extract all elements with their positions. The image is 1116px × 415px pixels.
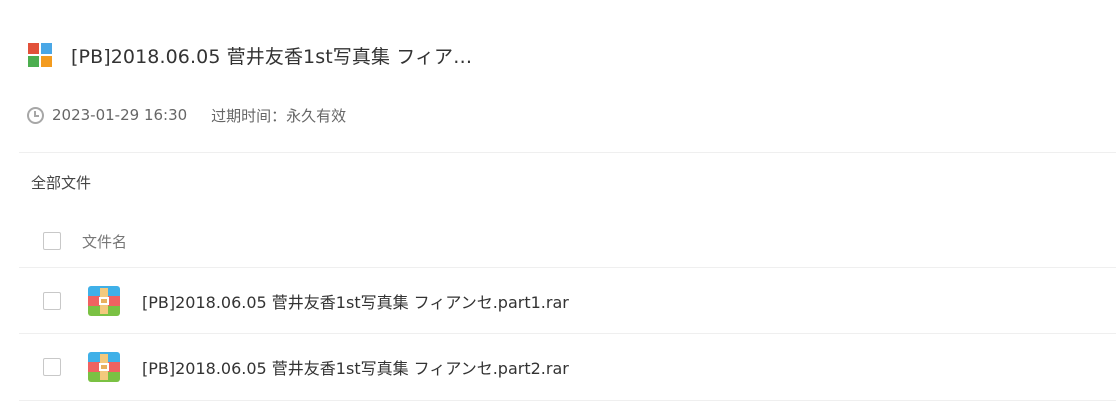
rar-archive-icon (88, 352, 120, 382)
divider (19, 152, 1116, 153)
table-row[interactable]: [PB]2018.06.05 菅井友香1st写真集 フィアンセ.part2.ra… (43, 351, 569, 383)
file-name[interactable]: [PB]2018.06.05 菅井友香1st写真集 フィアンセ.part1.ra… (142, 289, 569, 313)
column-header-filename[interactable]: 文件名 (82, 231, 127, 252)
table-header: 文件名 (43, 230, 127, 252)
share-header: [PB]2018.06.05 菅井友香1st写真集 フィア… (28, 40, 472, 70)
share-grid-icon (28, 43, 52, 67)
clock-icon (27, 106, 44, 124)
divider (19, 267, 1116, 268)
share-title: [PB]2018.06.05 菅井友香1st写真集 フィア… (71, 45, 473, 68)
file-name[interactable]: [PB]2018.06.05 菅井友香1st写真集 フィアンセ.part2.ra… (142, 355, 569, 379)
row-checkbox[interactable] (43, 358, 61, 376)
expire-text: 过期时间：永久有效 (211, 106, 347, 125)
share-page: [PB]2018.06.05 菅井友香1st写真集 フィア… 2023-01-2… (0, 0, 1116, 415)
breadcrumb-all-files[interactable]: 全部文件 (31, 172, 91, 193)
divider (19, 400, 1116, 401)
row-checkbox[interactable] (43, 292, 61, 310)
divider (19, 333, 1116, 334)
rar-archive-icon (88, 286, 120, 316)
table-row[interactable]: [PB]2018.06.05 菅井友香1st写真集 フィアンセ.part1.ra… (43, 285, 569, 317)
share-timestamp: 2023-01-29 16:30 (52, 106, 188, 124)
share-meta: 2023-01-29 16:30 过期时间：永久有效 (27, 103, 346, 127)
select-all-checkbox[interactable] (43, 232, 61, 250)
